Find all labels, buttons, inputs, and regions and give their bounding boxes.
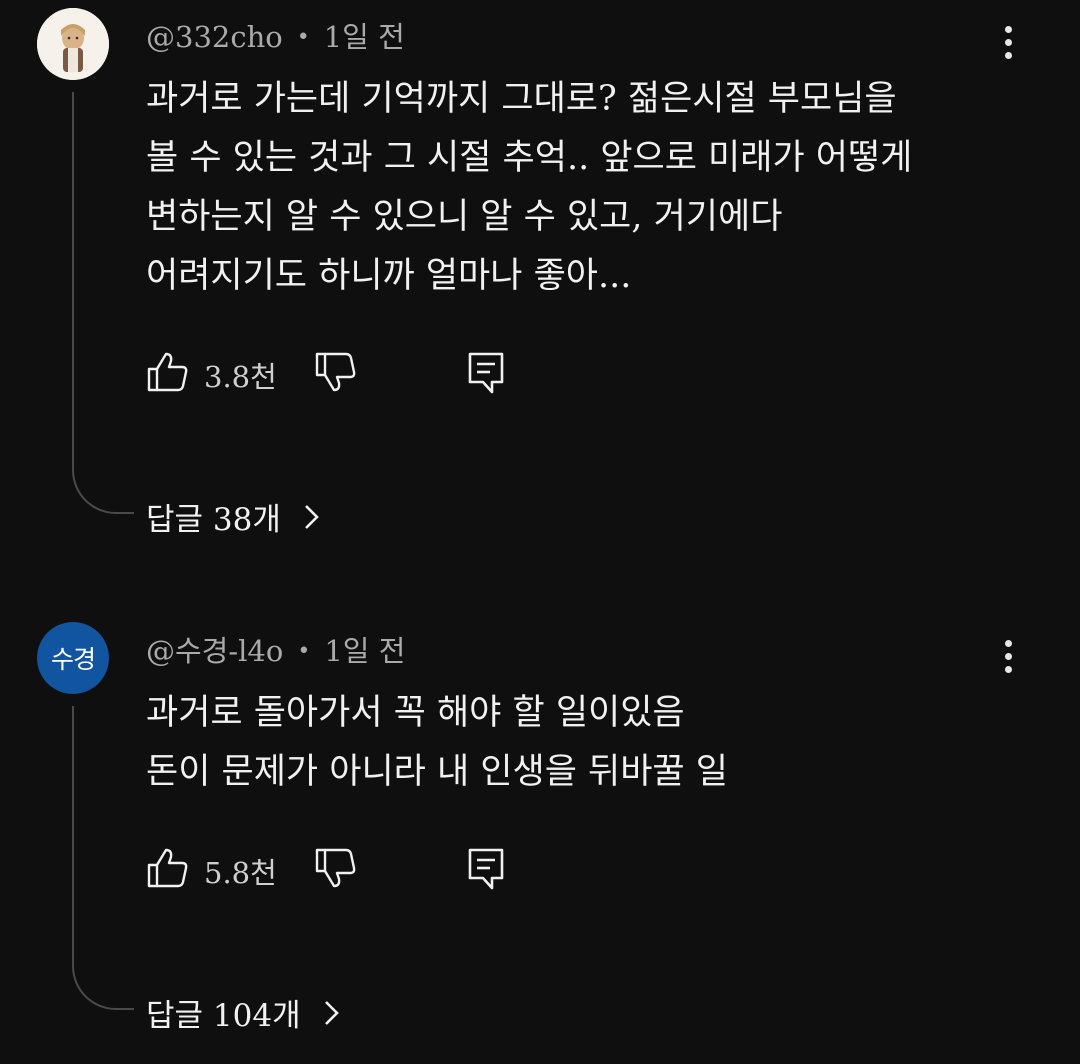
like-count: 5.8천	[204, 856, 277, 890]
comment-text: 과거로 돌아가서 꼭 해야 할 일이있음 돈이 문제가 아니라 내 인생을 뒤바…	[146, 693, 728, 792]
chevron-right-icon	[324, 1000, 339, 1025]
more-vert-icon[interactable]	[1000, 640, 1016, 680]
comment-time: 1일 전	[324, 634, 406, 668]
replies-label: 답글 104개	[146, 998, 301, 1034]
comment-meta: @수경-l4o • 1일 전	[146, 628, 405, 670]
meta-separator: •	[296, 25, 310, 50]
comment-text: 과거로 가는데 기억까지 그대로? 젊은시절 부모님을 볼 수 있는 것과 그 …	[146, 79, 913, 296]
comment-icon[interactable]	[466, 846, 506, 890]
comment-time: 1일 전	[323, 20, 405, 54]
thumb-down-icon[interactable]	[314, 350, 358, 394]
like-count: 3.8천	[204, 360, 277, 394]
thread-line	[72, 706, 134, 1010]
comment-meta: @332cho • 1일 전	[146, 14, 405, 56]
avatar-initials: 수경	[50, 645, 96, 674]
avatar[interactable]: 수경	[37, 622, 109, 694]
comment-actions: 5.8천	[146, 846, 546, 890]
comments-page: @332cho • 1일 전 과거로 가는데 기억까지 그대로? 젊은시절 부모님을…	[0, 0, 1080, 1064]
view-replies-button[interactable]: 답글 38개	[146, 494, 321, 539]
author-name[interactable]: @수경-l4o	[146, 634, 283, 668]
thumb-down-icon[interactable]	[314, 846, 358, 890]
avatar[interactable]	[37, 8, 109, 80]
thumb-up-icon[interactable]	[146, 846, 190, 890]
thumb-up-icon[interactable]	[146, 350, 190, 394]
avatar-image	[37, 8, 109, 80]
comment-icon[interactable]	[466, 350, 506, 394]
view-replies-button[interactable]: 답글 104개	[146, 990, 341, 1035]
replies-label: 답글 38개	[146, 502, 281, 538]
chevron-right-icon	[304, 504, 319, 529]
author-name[interactable]: @332cho	[146, 20, 283, 54]
thread-line	[72, 92, 134, 514]
comment-actions: 3.8천	[146, 350, 546, 394]
more-vert-icon[interactable]	[1000, 26, 1016, 66]
meta-separator: •	[297, 639, 311, 664]
